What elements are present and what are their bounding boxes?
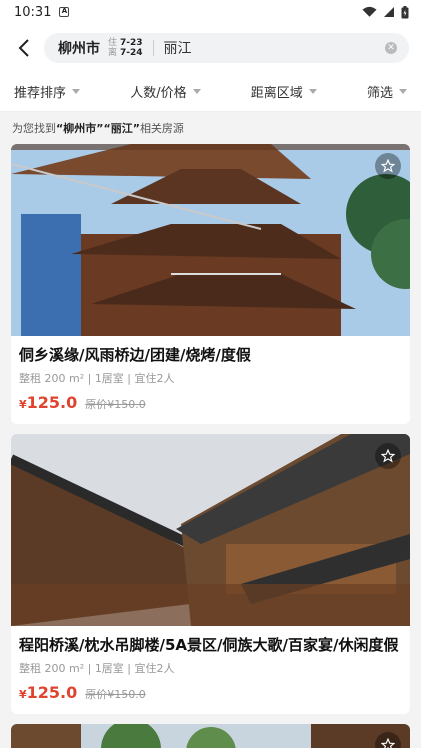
listing-photo	[11, 724, 410, 748]
result-prefix: 为您找到	[12, 122, 56, 135]
search-divider	[152, 40, 154, 56]
price-value: 125.0	[26, 683, 78, 702]
clear-icon[interactable]: ✕	[385, 42, 397, 54]
back-arrow-icon	[18, 39, 29, 57]
result-summary: 为您找到 “柳州市” “丽江” 相关房源	[0, 112, 421, 144]
top-bar: 柳州市 住 7-23 离 7-24 丽江 ✕	[0, 24, 421, 72]
filter-more-label: 筛选	[366, 86, 393, 101]
filter-sort[interactable]: 推荐排序	[14, 82, 81, 101]
date-selector[interactable]: 住 7-23 离 7-24	[108, 38, 143, 58]
battery-icon	[401, 5, 409, 18]
listing-price: ¥125.0	[19, 393, 77, 412]
result-city: “柳州市”	[56, 122, 104, 135]
status-bar: 10:31 A	[0, 0, 421, 24]
filter-guests-price-label: 人数/价格	[130, 86, 187, 101]
checkout-label: 离	[108, 48, 118, 58]
listing-price: ¥125.0	[19, 683, 77, 702]
filter-sort-label: 推荐排序	[14, 86, 67, 101]
filter-distance[interactable]: 距离区域	[251, 82, 317, 101]
listing-photo	[11, 434, 410, 626]
listing-photo	[11, 144, 410, 336]
listing-card[interactable]: 程阳桥溪/枕水吊脚楼/5A景区/侗族大歌/百家宴/休闲度假 整租 200 m² …	[11, 434, 410, 714]
star-icon	[381, 738, 395, 748]
listing-title: 侗乡溪缘/风雨桥边/团建/烧烤/度假	[19, 346, 251, 364]
listing-list: 侗乡溪缘/风雨桥边/团建/烧烤/度假 整租 200 m² | 1居室 | 宜住2…	[0, 144, 421, 748]
filter-distance-label: 距离区域	[250, 86, 303, 101]
filter-more[interactable]: 筛选	[367, 82, 407, 101]
listing-card[interactable]: 侗乡溪缘/风雨桥边/团建/烧烤/度假 整租 200 m² | 1居室 | 宜住2…	[11, 144, 410, 424]
search-bar[interactable]: 柳州市 住 7-23 离 7-24 丽江 ✕	[44, 33, 409, 63]
notification-a-icon: A	[59, 7, 70, 17]
checkin-label: 住	[108, 38, 118, 48]
checkout-date: 7-24	[120, 48, 143, 58]
price-value: 125.0	[26, 393, 78, 412]
status-time: 10:31	[14, 4, 52, 20]
favorite-button[interactable]	[375, 443, 401, 469]
result-query: “丽江”	[103, 122, 140, 135]
caret-down-icon	[308, 89, 317, 94]
listing-card[interactable]	[11, 724, 410, 748]
listing-meta: 整租 200 m² | 1居室 | 宜住2人	[19, 662, 175, 675]
currency-symbol: ¥	[19, 398, 27, 411]
back-button[interactable]	[10, 34, 38, 62]
star-icon	[381, 449, 395, 463]
filter-bar: 推荐排序 人数/价格 距离区域 筛选	[0, 72, 421, 112]
star-icon	[381, 159, 395, 173]
listing-meta: 整租 200 m² | 1居室 | 宜住2人	[19, 372, 175, 385]
signal-icon	[384, 7, 394, 17]
original-price: 原价¥150.0	[85, 688, 146, 701]
result-suffix: 相关房源	[139, 122, 184, 135]
search-query[interactable]: 丽江	[164, 38, 385, 58]
city-selector[interactable]: 柳州市	[58, 38, 100, 58]
caret-down-icon	[72, 89, 81, 94]
caret-down-icon	[399, 89, 407, 94]
checkin-date: 7-23	[120, 38, 143, 48]
currency-symbol: ¥	[19, 688, 27, 701]
wifi-icon	[362, 6, 377, 17]
caret-down-icon	[192, 89, 201, 94]
favorite-button[interactable]	[375, 153, 401, 179]
listing-title: 程阳桥溪/枕水吊脚楼/5A景区/侗族大歌/百家宴/休闲度假	[19, 636, 399, 654]
original-price: 原价¥150.0	[85, 398, 146, 411]
filter-guests-price[interactable]: 人数/价格	[130, 82, 201, 101]
